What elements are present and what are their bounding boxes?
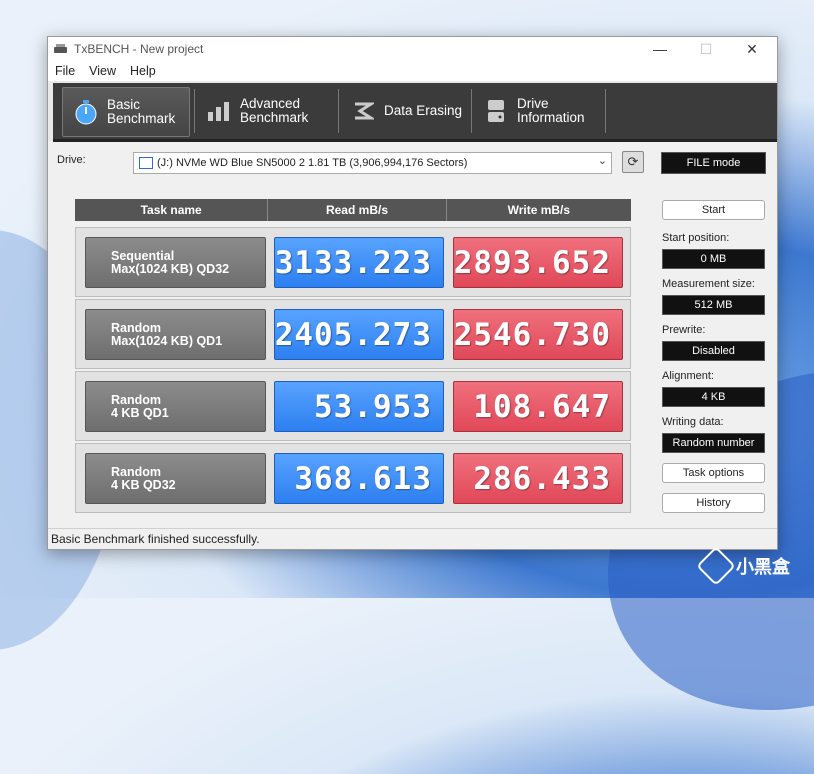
task-name-line2: 4 KB QD32 bbox=[111, 477, 176, 492]
tab-label: Advanced bbox=[240, 96, 301, 111]
start-position-value[interactable]: 0 MB bbox=[662, 249, 765, 269]
status-text: Basic Benchmark finished successfully. bbox=[51, 532, 260, 546]
measurement-size-value[interactable]: 512 MB bbox=[662, 295, 765, 315]
tab-label: Data Erasing bbox=[384, 103, 463, 118]
toolbar-divider bbox=[605, 89, 606, 133]
status-bar: Basic Benchmark finished successfully. bbox=[48, 528, 777, 549]
read-result: 368.613 bbox=[274, 453, 444, 504]
eraser-icon bbox=[350, 98, 376, 124]
app-window: TxBENCH - New project — ☐ ✕ File View He… bbox=[47, 36, 778, 550]
writing-data-label: Writing data: bbox=[662, 416, 724, 428]
task-button[interactable]: Sequential Max(1024 KB) QD32 bbox=[85, 237, 266, 288]
drive-select[interactable]: (J:) NVMe WD Blue SN5000 2 1.81 TB (3,90… bbox=[133, 152, 612, 174]
tab-label: Basic bbox=[107, 97, 141, 112]
data-erasing-tab[interactable]: Data Erasing bbox=[340, 87, 470, 135]
alignment-label: Alignment: bbox=[662, 370, 714, 382]
read-result: 3133.223 bbox=[274, 237, 444, 288]
start-button[interactable]: Start bbox=[662, 200, 765, 220]
task-name-line1: Sequential bbox=[111, 248, 175, 263]
task-button[interactable]: Random 4 KB QD1 bbox=[85, 381, 266, 432]
refresh-button[interactable]: ⟳ bbox=[622, 151, 644, 173]
writing-data-value[interactable]: Random number bbox=[662, 433, 765, 453]
header-task-name: Task name bbox=[75, 199, 269, 221]
tab-label: Information bbox=[517, 110, 585, 125]
toolbar-divider bbox=[471, 89, 472, 133]
result-row: Sequential Max(1024 KB) QD32 3133.223 28… bbox=[75, 227, 631, 297]
header-read: Read mB/s bbox=[268, 199, 447, 221]
task-name-line1: Random bbox=[111, 464, 161, 479]
refresh-icon: ⟳ bbox=[627, 154, 639, 169]
write-result: 286.433 bbox=[453, 453, 623, 504]
results-header: Task name Read mB/s Write mB/s bbox=[75, 199, 631, 221]
task-button[interactable]: Random 4 KB QD32 bbox=[85, 453, 266, 504]
task-button[interactable]: Random Max(1024 KB) QD1 bbox=[85, 309, 266, 360]
drive-icon bbox=[139, 157, 153, 169]
measurement-size-label: Measurement size: bbox=[662, 278, 755, 290]
tab-label: Benchmark bbox=[107, 111, 176, 126]
drive-information-tab[interactable]: Drive Information bbox=[473, 87, 603, 135]
start-position-label: Start position: bbox=[662, 232, 730, 244]
watermark-logo-icon bbox=[696, 546, 736, 586]
watermark: 小黑盒 bbox=[696, 546, 790, 586]
window-title: TxBENCH - New project bbox=[74, 42, 204, 56]
toolbar-divider bbox=[194, 89, 195, 133]
prewrite-value[interactable]: Disabled bbox=[662, 341, 765, 361]
task-name-line1: Random bbox=[111, 320, 161, 335]
alignment-value[interactable]: 4 KB bbox=[662, 387, 765, 407]
write-result: 2546.730 bbox=[453, 309, 623, 360]
tab-label: Drive bbox=[517, 96, 549, 111]
toolbar-divider bbox=[338, 89, 339, 133]
tab-label: Benchmark bbox=[240, 110, 309, 125]
settings-panel: Start Start position: 0 MB Measurement s… bbox=[662, 37, 765, 549]
bar-chart-icon bbox=[206, 98, 232, 124]
header-write: Write mB/s bbox=[446, 199, 631, 221]
result-row: Random 4 KB QD32 368.613 286.433 bbox=[75, 443, 631, 513]
task-options-button[interactable]: Task options bbox=[662, 463, 765, 483]
chevron-down-icon: ⌄ bbox=[597, 155, 607, 167]
drive-select-value: (J:) NVMe WD Blue SN5000 2 1.81 TB (3,90… bbox=[157, 157, 468, 169]
advanced-benchmark-tab[interactable]: Advanced Benchmark bbox=[196, 87, 336, 135]
prewrite-label: Prewrite: bbox=[662, 324, 706, 336]
task-name-line2: Max(1024 KB) QD32 bbox=[111, 261, 230, 276]
result-row: Random 4 KB QD1 53.953 108.647 bbox=[75, 371, 631, 441]
task-name-line2: 4 KB QD1 bbox=[111, 405, 169, 420]
menu-file[interactable]: File bbox=[48, 64, 82, 78]
drive-label: Drive: bbox=[57, 154, 86, 166]
result-row: Random Max(1024 KB) QD1 2405.273 2546.73… bbox=[75, 299, 631, 369]
menu-view[interactable]: View bbox=[82, 64, 123, 78]
task-name-line2: Max(1024 KB) QD1 bbox=[111, 333, 223, 348]
task-name-line1: Random bbox=[111, 392, 161, 407]
watermark-text: 小黑盒 bbox=[736, 557, 790, 577]
drive-info-icon bbox=[483, 98, 509, 124]
stopwatch-icon bbox=[73, 99, 99, 125]
read-result: 2405.273 bbox=[274, 309, 444, 360]
app-icon bbox=[54, 43, 68, 55]
write-result: 108.647 bbox=[453, 381, 623, 432]
read-result: 53.953 bbox=[274, 381, 444, 432]
menu-help[interactable]: Help bbox=[123, 64, 163, 78]
write-result: 2893.652 bbox=[453, 237, 623, 288]
basic-benchmark-tab[interactable]: Basic Benchmark bbox=[62, 87, 190, 137]
history-button[interactable]: History bbox=[662, 493, 765, 513]
